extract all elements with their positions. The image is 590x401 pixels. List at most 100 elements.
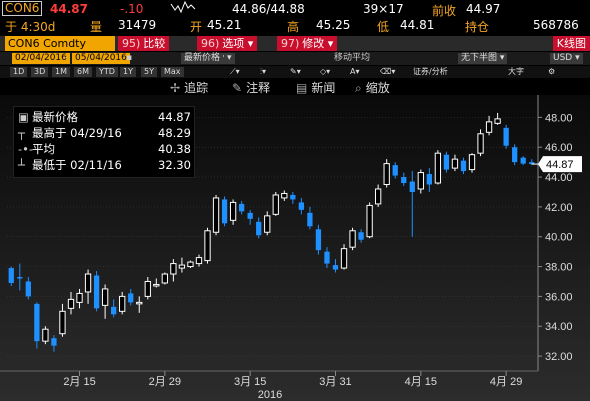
bigger-text-button[interactable]: 大字 (508, 67, 524, 77)
candle-body (25, 281, 31, 297)
zoom-button[interactable]: ⌕ 缩放 (355, 79, 390, 96)
period-5y[interactable]: 5Y (141, 67, 157, 77)
eraser-icon[interactable]: ⌫▾ (380, 67, 395, 77)
period-1m[interactable]: 1M (52, 67, 70, 77)
options-button[interactable]: 96) 选项 ▾ (197, 36, 258, 51)
low-marker-icon: ┴ (18, 158, 25, 172)
compare-button[interactable]: 95) 比较 (118, 36, 170, 51)
candle-body (136, 301, 143, 305)
high-marker-icon: ┬ (18, 126, 25, 140)
legend-average-value: 40.38 (158, 142, 191, 156)
zoom-icon: ⌕ (355, 81, 362, 95)
end-date-input[interactable]: 05/04/2016 (72, 53, 130, 64)
settings-icon[interactable]: ⚙ (548, 67, 555, 77)
period-bar: 1D 3D 1M 6M YTD 1Y 5Y Max ⟋▾ ⫶▾ ✎▾ ◇▾ A▾… (0, 66, 590, 78)
candle-body (161, 273, 168, 284)
candle-body (170, 263, 177, 275)
dropdown-arrow-icon: ▾ (247, 37, 254, 50)
date-separator: - (64, 53, 68, 63)
legend-low-value: 32.30 (158, 158, 191, 172)
candle-body (34, 303, 40, 342)
candle-body (401, 177, 407, 184)
quote-stats-bar: 于 4:30d 量 31479 开 45.21 高 45.25 低 44.81 … (0, 17, 590, 35)
lower-chart-select[interactable]: 无下半图 ▾ (458, 53, 508, 64)
calendar-icon[interactable]: ▪ (126, 53, 132, 64)
x-tick-label: 2月 29 (149, 376, 181, 388)
pencil-icon: ✎ (232, 81, 243, 95)
bar-chart-icon[interactable]: ⫶▾ (260, 67, 266, 77)
candle-body (358, 232, 364, 240)
candle-body (468, 154, 476, 171)
period-ytd[interactable]: YTD (96, 67, 118, 77)
annotate-button[interactable]: ✎ 注释 (232, 79, 270, 96)
checkbox-icon[interactable]: ▣ (18, 110, 32, 124)
bid-ask: 44.86/44.88 (232, 2, 305, 16)
candle-body (119, 295, 126, 312)
candle-body (144, 280, 151, 297)
candle (349, 227, 356, 251)
period-max[interactable]: Max (161, 67, 184, 77)
candle-body (212, 197, 220, 233)
candle (187, 260, 194, 269)
candle-body (238, 203, 245, 212)
options-hotkey: 96) (201, 37, 220, 50)
period-6m[interactable]: 6M (74, 67, 92, 77)
line-chart-icon[interactable]: ⟋▾ (230, 67, 240, 77)
candle (93, 271, 100, 312)
candle-body (298, 202, 305, 210)
candle-body (434, 152, 442, 184)
candle (512, 144, 518, 166)
open-interest-value: 568786 (533, 18, 579, 32)
edit-hotkey: 97) (281, 37, 300, 50)
candle-body (451, 158, 459, 169)
high-label: 高 (287, 20, 300, 34)
candle-body (409, 181, 415, 192)
lower-chart-value: 无下半图 (461, 53, 498, 63)
candle (366, 202, 373, 239)
draw-icon[interactable]: ✎▾ (290, 67, 301, 77)
kline-chart-button[interactable]: K线图 (552, 36, 590, 51)
candle (468, 153, 476, 173)
currency-select[interactable]: USD ▾ (550, 53, 583, 64)
last-price-tag-label: 44.87 (546, 159, 574, 171)
candle (503, 124, 509, 149)
track-button[interactable]: ✢ 追踪 (170, 79, 208, 96)
candle-body (178, 264, 186, 269)
y-tick-label: 36.00 (545, 291, 573, 303)
crosshair-icon: ✢ (170, 81, 181, 95)
start-date-input[interactable]: 02/04/2016 (12, 53, 70, 64)
y-tick-label: 48.00 (545, 112, 573, 124)
x-axis-year-label: 2016 (258, 389, 282, 401)
legend-last-label: 最新价格 (32, 110, 78, 124)
chart-legend[interactable]: ▣ 最新价格 44.87 ┬ 最高于 04/29/16 48.29 -•-平均 40… (13, 106, 195, 178)
candle-body (17, 277, 23, 279)
y-tick-label: 38.00 (545, 262, 573, 274)
indicators-button[interactable]: 证券/分析 (413, 67, 448, 77)
moving-average-label[interactable]: 移动平均 (334, 53, 370, 64)
candle-body (512, 147, 518, 163)
period-1d[interactable]: 1D (10, 67, 28, 77)
candle-body (264, 215, 271, 233)
last-price: 44.87 (50, 2, 88, 16)
candle-body (195, 257, 203, 265)
news-icon: ▤ (296, 81, 308, 95)
ticker[interactable]: CON6 (2, 1, 43, 16)
y-tick-label: 40.00 (545, 232, 573, 244)
x-tick-label: 4月 15 (405, 376, 437, 388)
change: -.10 (120, 2, 144, 16)
text-icon[interactable]: A▾ (350, 67, 360, 77)
security-input[interactable]: CON6 Comdty (5, 36, 115, 51)
shape-icon[interactable]: ◇▾ (320, 67, 330, 77)
last-price-button[interactable]: 最新价格 ▾ (181, 53, 231, 64)
news-button[interactable]: ▤ 新闻 (296, 79, 335, 96)
open-interest-label: 持仓 (465, 20, 490, 34)
period-3d[interactable]: 3D (31, 67, 49, 77)
y-tick-label: 32.00 (545, 351, 573, 363)
period-1y[interactable]: 1Y (120, 67, 136, 77)
style-button[interactable]: ▾ (224, 53, 235, 64)
x-tick-label: 3月 31 (319, 376, 351, 388)
edit-button[interactable]: 97) 修改 ▾ (277, 36, 338, 51)
candle-body (51, 338, 57, 346)
open-value: 45.21 (207, 18, 242, 32)
candle-body (272, 194, 279, 215)
